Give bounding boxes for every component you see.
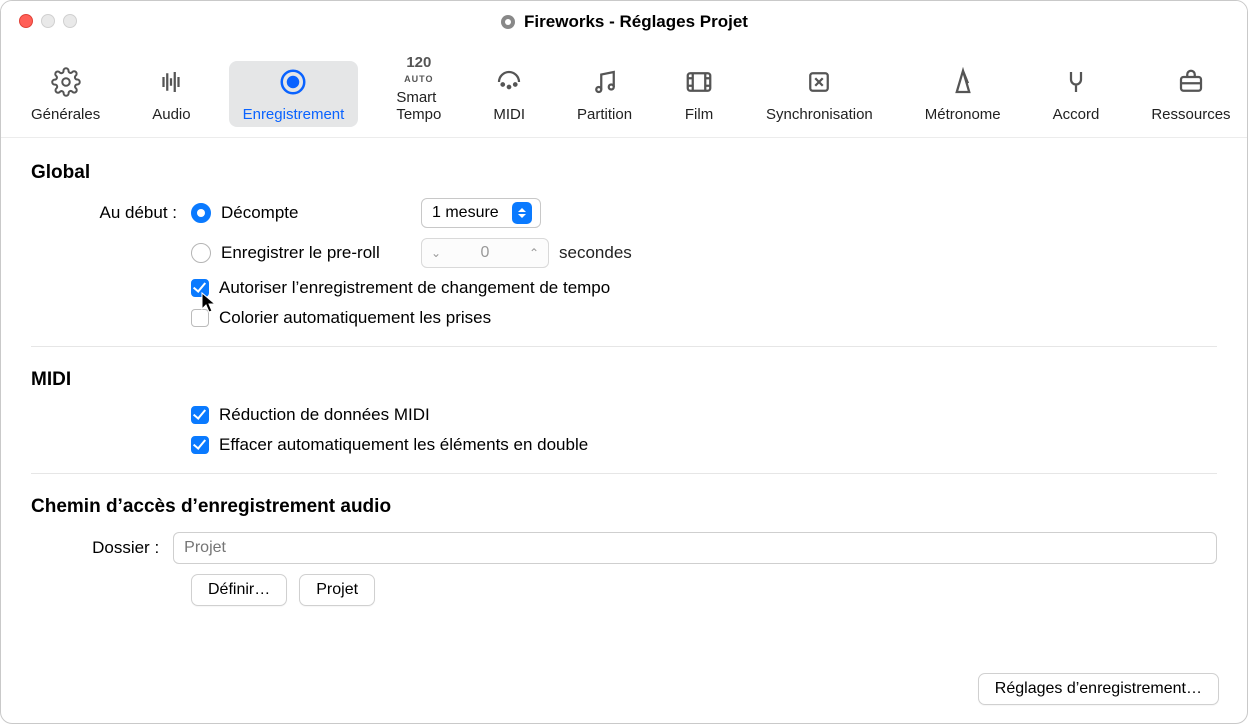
tab-label: Audio [152,106,190,123]
gear-icon [51,67,81,102]
midi-reduce-label: Réduction de données MIDI [219,405,430,425]
set-folder-button[interactable]: Définir… [191,574,287,606]
window-controls [19,14,77,28]
tab-partition[interactable]: Partition [563,61,646,127]
section-midi-title: MIDI [31,369,1217,391]
allow-tempo-label: Autoriser l’enregistrement de changement… [219,278,610,298]
window-title: Fireworks - Réglages Projet [500,12,748,32]
content-area: Global Au début : Décompte 1 mesure Enre… [1,138,1247,636]
divider [31,346,1217,347]
window-title-text: Fireworks - Réglages Projet [524,12,748,32]
titlebar: Fireworks - Réglages Projet [1,1,1247,43]
film-icon [684,67,714,102]
count-in-select[interactable]: 1 mesure [421,198,541,228]
preroll-label: Enregistrer le pre-roll [221,243,421,263]
preroll-stepper[interactable]: ⌄ 0 ⌃ [421,238,549,268]
music-notes-icon [590,67,620,102]
metronome-icon [948,67,978,102]
sync-icon [804,67,834,102]
folder-field[interactable] [173,532,1217,564]
tab-enregistrement[interactable]: Enregistrement [229,61,359,127]
autocolor-label: Colorier automatiquement les prises [219,308,491,328]
checkbox-allow-tempo-change[interactable] [191,279,209,297]
app-icon [500,14,516,30]
tab-label: Film [685,106,713,123]
tab-synchronisation[interactable]: Synchronisation [752,61,887,127]
tab-accord[interactable]: Accord [1039,61,1114,127]
checkbox-autocolor-takes[interactable] [191,309,209,327]
preroll-value: 0 [450,244,520,262]
settings-window: Fireworks - Réglages Projet Générales Au… [0,0,1248,724]
recording-settings-button[interactable]: Réglages d’enregistrement… [978,673,1219,705]
tab-label: Générales [31,106,100,123]
chevron-up-icon[interactable]: ⌃ [520,246,548,260]
count-in-value: 1 mesure [432,204,499,222]
tab-generales[interactable]: Générales [17,61,114,127]
tab-label: MIDI [493,106,525,123]
waveform-icon [156,67,186,102]
tempo-120-icon: 120AUTO [404,55,433,85]
tab-metronome[interactable]: Métronome [911,61,1015,127]
zoom-window-button[interactable] [63,14,77,28]
preroll-unit: secondes [559,243,632,263]
checkbox-midi-dedupe[interactable] [191,436,209,454]
section-global-title: Global [31,162,1217,184]
minimize-window-button[interactable] [41,14,55,28]
chevron-down-icon[interactable]: ⌄ [422,246,450,260]
tab-audio[interactable]: Audio [138,61,204,127]
tab-label: Métronome [925,106,1001,123]
toolbar: Générales Audio Enregistrement 120AUTO S… [1,43,1247,138]
tab-smart-tempo[interactable]: 120AUTO Smart Tempo [382,49,455,127]
radio-count-in[interactable] [191,203,211,223]
tab-label: Synchronisation [766,106,873,123]
tab-label: Ressources [1151,106,1230,123]
tab-ressources[interactable]: Ressources [1137,61,1244,127]
tab-midi[interactable]: MIDI [479,61,539,127]
radio-preroll[interactable] [191,243,211,263]
project-folder-button[interactable]: Projet [299,574,375,606]
tab-label: Smart Tempo [396,89,441,123]
tab-label: Partition [577,106,632,123]
tab-film[interactable]: Film [670,61,728,127]
tab-label: Enregistrement [243,106,345,123]
section-path-title: Chemin d’accès d’enregistrement audio [31,496,1217,518]
midi-dedupe-label: Effacer automatiquement les éléments en … [219,435,588,455]
record-icon [278,67,308,102]
divider [31,473,1217,474]
midi-icon [494,67,524,102]
count-in-label: Décompte [221,203,421,223]
start-label: Au début : [31,203,191,223]
tuning-fork-icon [1061,67,1091,102]
tab-label: Accord [1053,106,1100,123]
chevron-updown-icon [512,202,532,224]
checkbox-midi-reduce[interactable] [191,406,209,424]
folder-label: Dossier : [31,538,173,558]
close-window-button[interactable] [19,14,33,28]
toolbox-icon [1176,67,1206,102]
